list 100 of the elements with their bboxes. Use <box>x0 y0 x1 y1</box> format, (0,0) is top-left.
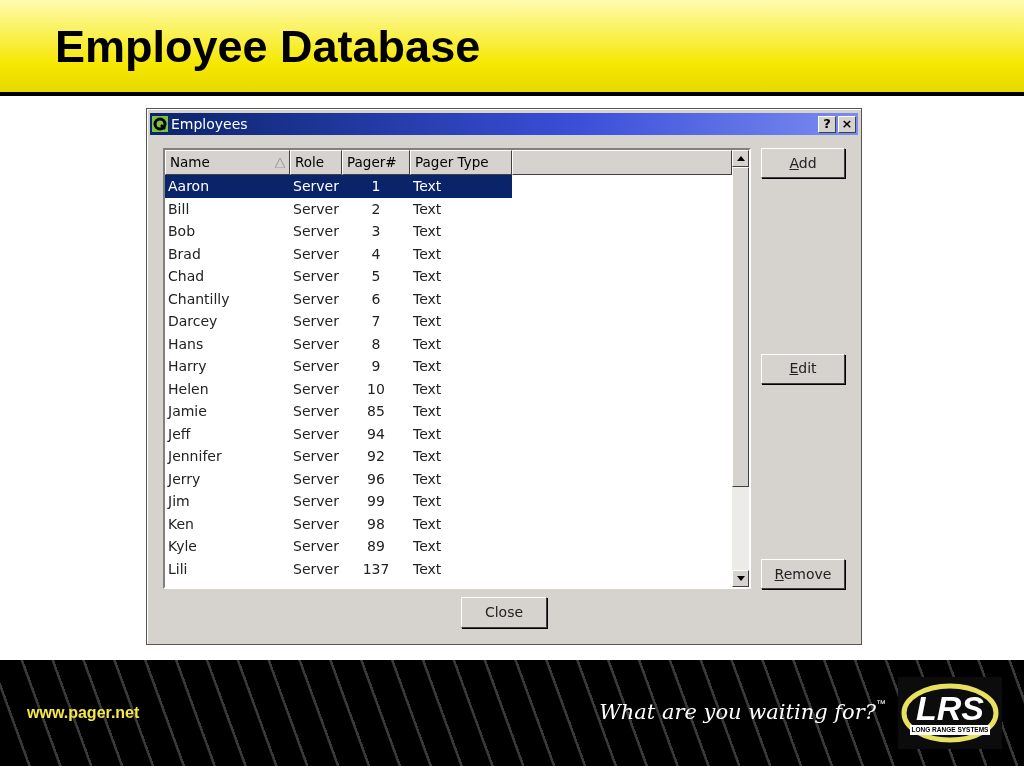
table-cell-text: Text <box>412 469 443 489</box>
table-cell-text: Server <box>292 244 340 264</box>
table-cell-text: Server <box>292 402 340 421</box>
table-cell-text: Server <box>292 492 340 511</box>
list-row[interactable]: Ken Server 98 Text <box>165 512 732 535</box>
table-cell-text: Bill <box>167 199 191 219</box>
table-cell-text: Server <box>292 514 340 534</box>
table-cell-text: Server <box>292 447 340 466</box>
up-arrow-icon <box>736 156 745 161</box>
website-link[interactable]: www.pager.net <box>27 701 140 725</box>
close-button[interactable]: Close <box>461 597 547 628</box>
table-cell-text: 5 <box>370 267 382 286</box>
table-cell-text: Text <box>412 514 443 534</box>
list-row[interactable]: Kyle Server 89 Text <box>165 535 732 558</box>
list-row[interactable]: Lili Server 137 Text <box>165 557 732 580</box>
slide-title: Employee Database <box>55 22 482 72</box>
table-cell-text: Server <box>292 469 340 489</box>
list-row[interactable]: Aaron Server 1 Text <box>165 175 732 198</box>
table-cell-text: 98 <box>366 514 386 534</box>
table-cell-text: Text <box>412 424 443 444</box>
table-cell-text: 10 <box>366 379 386 399</box>
table-cell-text: 94 <box>366 424 386 444</box>
list-row[interactable]: Harry Server 9 Text <box>165 355 732 378</box>
table-cell-text: Text <box>412 402 443 421</box>
list-row[interactable]: Brad Server 4 Text <box>165 242 732 265</box>
column-header[interactable]: Name <box>165 150 290 175</box>
table-cell-text: 92 <box>366 447 386 466</box>
table-cell-text: Text <box>412 199 443 219</box>
list-row[interactable]: Bill Server 2 Text <box>165 197 732 220</box>
table-cell-text: Jennifer <box>166 447 223 466</box>
table-cell-text: Bob <box>167 222 197 241</box>
table-cell-text: Brad <box>167 244 202 264</box>
list-row[interactable]: Darcey Server 7 Text <box>165 310 732 333</box>
table-cell-text: Server <box>292 357 340 376</box>
table-cell-text: 6 <box>370 289 382 309</box>
table-cell-text: Text <box>412 222 443 241</box>
scroll-up-button[interactable] <box>732 150 749 167</box>
table-cell: Server <box>290 175 342 198</box>
table-cell-text: Text <box>412 312 443 331</box>
table-cell-text: Server <box>292 312 340 331</box>
down-arrow-icon <box>736 576 745 581</box>
edit-button[interactable]: Edit <box>761 353 845 384</box>
table-cell-text: 85 <box>366 402 386 421</box>
table-cell-text: Server <box>292 222 340 241</box>
table-cell-text: Helen <box>167 379 210 399</box>
table-cell-text: Server <box>292 267 340 286</box>
table-cell-text: Jerry <box>166 469 202 489</box>
remove-button[interactable]: Remove <box>761 559 845 589</box>
table-cell-text: Server <box>292 379 340 399</box>
help-button[interactable]: ? <box>818 115 836 133</box>
table-cell-text: Text <box>412 379 443 399</box>
table-cell: Text <box>410 175 512 198</box>
table-cell-text: Server <box>292 559 340 579</box>
list-row[interactable]: Jamie Server 85 Text <box>165 400 732 423</box>
table-cell-text: Jamie <box>166 402 208 421</box>
list-row[interactable]: Jerry Server 96 Text <box>165 467 732 490</box>
table-cell-text: Text <box>412 447 443 466</box>
column-header[interactable]: Role <box>290 150 342 175</box>
table-cell-text: Harry <box>167 357 208 376</box>
list-row[interactable]: Helen Server 10 Text <box>165 377 732 400</box>
table-cell-text: Text <box>412 559 443 579</box>
table-cell: 1 <box>342 175 410 198</box>
list-row[interactable]: Hans Server 8 Text <box>165 332 732 355</box>
table-cell-text: Ken <box>167 514 195 534</box>
table-cell-text: Chad <box>167 267 206 286</box>
trademark: ™ <box>876 697 886 711</box>
close-window-button[interactable]: × <box>838 115 856 133</box>
list-row[interactable]: Chad Server 5 Text <box>165 265 732 288</box>
table-cell-text: Text <box>412 492 443 511</box>
table-cell-text: Text <box>412 289 443 309</box>
scroll-thumb[interactable] <box>732 167 749 487</box>
scroll-down-button[interactable] <box>732 570 749 587</box>
table-cell-text: Hans <box>167 334 205 354</box>
table-cell-text: Darcey <box>167 312 219 331</box>
add-button[interactable]: Add <box>761 148 845 178</box>
table-cell-text: 137 <box>361 559 391 579</box>
table-cell-text: 9 <box>370 357 382 376</box>
table-cell-text: Server <box>292 289 340 309</box>
table-cell-text: Text <box>412 357 443 376</box>
tagline: What are you waiting for? <box>599 699 876 727</box>
list-row[interactable]: Jim Server 99 Text <box>165 490 732 513</box>
table-cell-text: 89 <box>366 537 386 556</box>
column-header[interactable]: Pager# <box>342 150 410 175</box>
table-cell-text: Server <box>292 334 340 354</box>
table-cell-text: Text <box>412 334 443 354</box>
list-row[interactable]: Bob Server 3 Text <box>165 220 732 243</box>
table-cell-text: Server <box>292 537 340 556</box>
app-icon <box>152 116 168 132</box>
list-row[interactable]: Chantilly Server 6 Text <box>165 287 732 310</box>
table-cell-text: 7 <box>370 312 382 331</box>
list-row[interactable]: Jeff Server 94 Text <box>165 422 732 445</box>
table-cell-text: 4 <box>370 244 382 264</box>
table-cell-text: Lili <box>167 559 189 579</box>
table-cell-text: Jeff <box>166 424 192 444</box>
table-cell-text: Server <box>292 424 340 444</box>
list-row[interactable]: Jennifer Server 92 Text <box>165 445 732 468</box>
table-cell-text: 2 <box>370 199 382 219</box>
column-header[interactable]: Pager Type <box>410 150 512 175</box>
window-title: Employees <box>171 114 248 134</box>
table-cell-text: Kyle <box>167 537 198 556</box>
